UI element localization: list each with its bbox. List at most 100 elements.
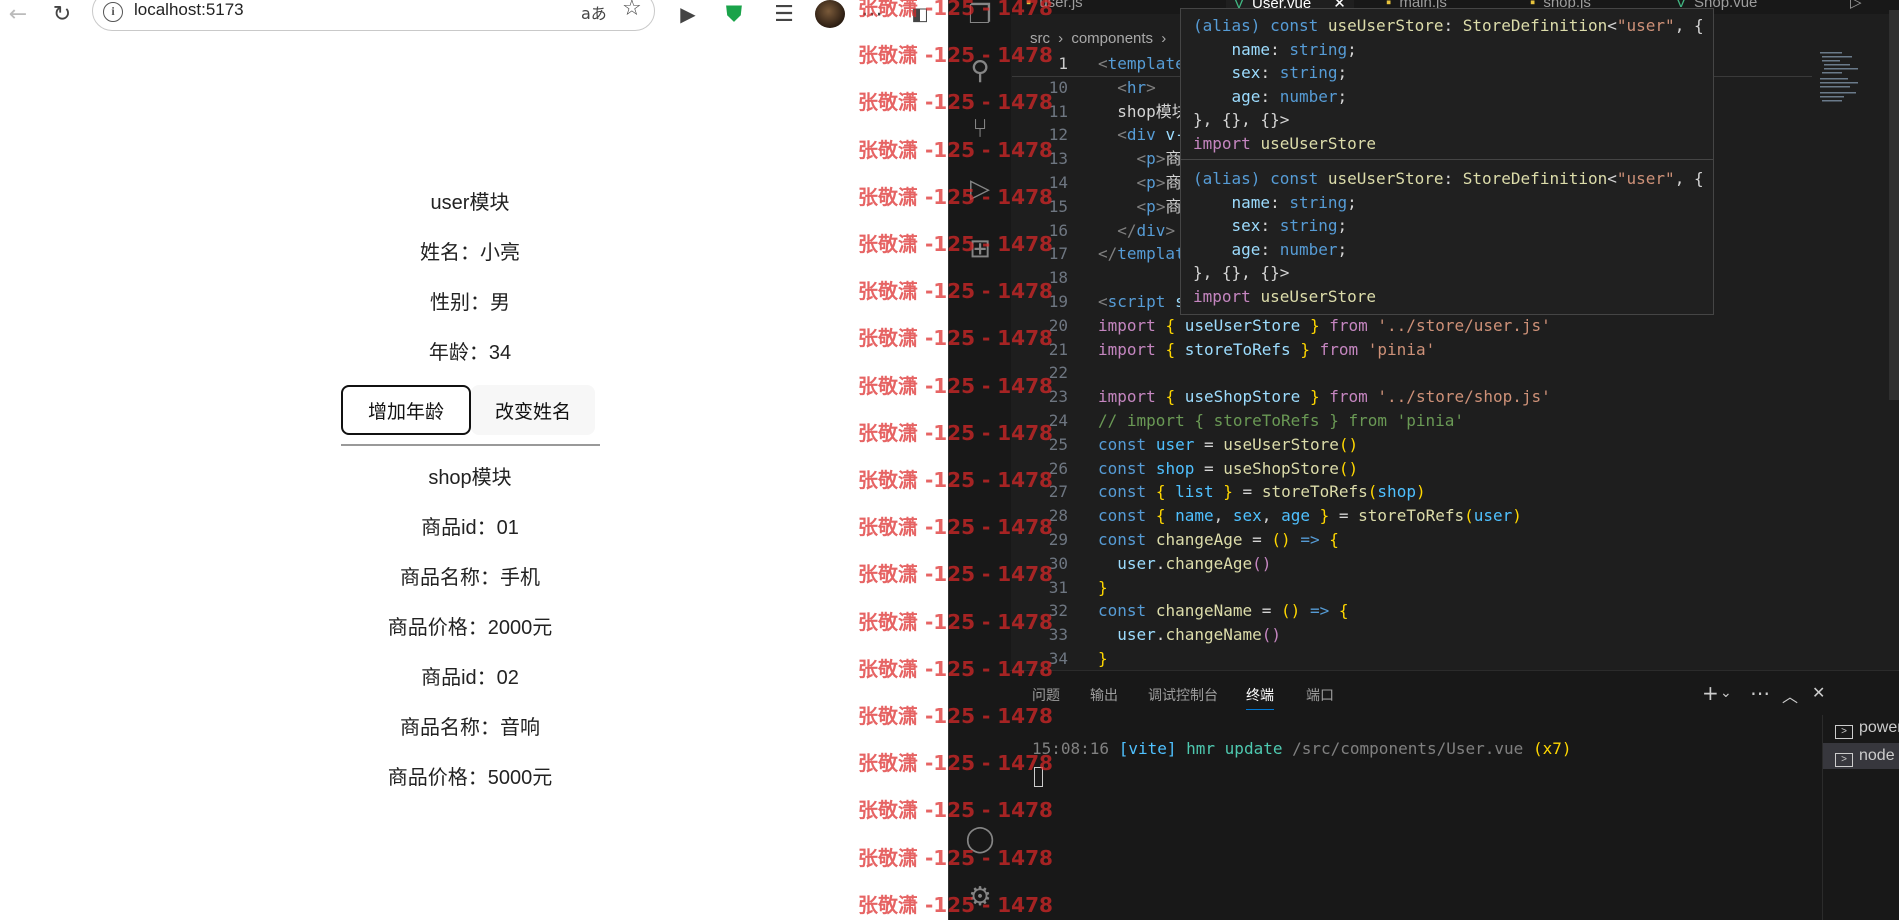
add-age-button[interactable]: 增加年龄 (341, 385, 471, 435)
terminal-output-line: 15:08:16 [vite] hmr update /src/componen… (1032, 739, 1572, 758)
terminal-item-node[interactable]: > node (1823, 743, 1899, 769)
code-line[interactable]: 1 <template (1010, 52, 1184, 76)
code-line[interactable]: 23 import { useShopStore } from '../store… (1010, 385, 1551, 409)
code-line[interactable]: 21 import { storeToRefs } from 'pinia' (1010, 338, 1435, 362)
hover-tooltip: (alias) const useUserStore: StoreDefinit… (1180, 8, 1714, 315)
code-line[interactable]: 10 <hr> (1010, 76, 1156, 100)
line-number: 13 (1048, 149, 1068, 169)
tab-debug-console[interactable]: 调试控制台 (1148, 685, 1218, 705)
manage-gear-icon[interactable]: ⚙ (965, 882, 995, 912)
user-sex-text: 性别：男 (430, 292, 510, 314)
url-text[interactable]: localhost:5173 (134, 0, 244, 20)
address-bar[interactable]: i localhost:5173 aあ ☆ (92, 0, 655, 31)
code-line[interactable]: 11 shop模块 (1010, 100, 1188, 124)
line-number: 26 (1048, 458, 1068, 478)
line-number: 12 (1048, 125, 1068, 145)
code-line[interactable]: 29 const changeAge = () => { (1010, 528, 1339, 552)
extensions-icon[interactable]: ⊞ (965, 234, 995, 264)
code-line[interactable]: 33 user.changeName() (1010, 623, 1281, 647)
new-terminal-icon[interactable]: + (1702, 681, 1719, 705)
terminal-icon: > (1835, 725, 1853, 739)
hover-line: import useUserStore (1193, 286, 1377, 306)
code-line[interactable]: 25 const user = useUserStore() (1010, 433, 1358, 457)
code-line[interactable]: 15 <p>商 (1010, 195, 1182, 219)
breadcrumb-src[interactable]: src (1030, 30, 1050, 47)
read-aloud-icon[interactable]: aあ (581, 0, 607, 24)
line-number: 29 (1048, 530, 1068, 549)
search-icon[interactable]: ⚲ (965, 56, 995, 86)
maximize-panel-icon[interactable]: ︿ (1782, 683, 1798, 707)
hover-separator (1181, 159, 1713, 160)
code-line[interactable]: 31} (1010, 576, 1108, 600)
activity-bar: ❐ ⚲ ⑂ ▷ ⊞ ◯ ⚙ (948, 0, 1011, 920)
code-line[interactable]: 30 user.changeAge() (1010, 552, 1272, 576)
tab-ports[interactable]: 端口 (1306, 685, 1334, 705)
more-actions-icon[interactable]: ⋯ (1750, 681, 1770, 705)
play-icon[interactable]: ▶ (674, 0, 702, 28)
code-line[interactable]: 28 const { name, sex, age } = storeToRefs… (1010, 504, 1522, 528)
code-line[interactable]: 26 const shop = useShopStore() (1010, 457, 1358, 481)
shop-item-price: 商品价格：5000元 (387, 767, 553, 789)
hover-line: sex: string; (1231, 216, 1348, 235)
code-line[interactable]: 12 <div v- (1010, 123, 1185, 147)
code-line[interactable]: 13 <p>商 (1010, 147, 1182, 171)
run-debug-icon[interactable]: ▷ (965, 174, 995, 204)
terminal-cursor (1034, 767, 1043, 787)
code-line[interactable]: 20 import { useUserStore } from '../store… (1010, 314, 1551, 338)
source-control-icon[interactable]: ⑂ (965, 114, 995, 144)
more-icon[interactable]: ⋯ (858, 0, 886, 28)
hover-line: import useUserStore (1193, 133, 1377, 153)
line-number: 30 (1048, 553, 1068, 573)
editor-scrollbar[interactable] (1889, 10, 1899, 400)
code-line[interactable]: 18 (1010, 266, 1098, 290)
line-number: 21 (1048, 339, 1068, 359)
back-icon[interactable]: ← (4, 0, 32, 28)
site-info-icon[interactable]: i (103, 2, 123, 22)
line-number: 25 (1048, 434, 1068, 454)
refresh-icon[interactable]: ↻ (48, 0, 76, 28)
tab-user-js[interactable]: ▪ user.js (1026, 0, 1083, 14)
browser-toolbar: ← ↻ i localhost:5173 aあ ☆ ▶ ⛊ ☰ ⋯ ◧ (0, 0, 948, 36)
account-icon[interactable]: ◯ (965, 824, 995, 854)
line-number: 1 (1058, 54, 1068, 73)
hover-line: (alias) const useUserStore: StoreDefinit… (1193, 169, 1704, 188)
terminal-item-powershell[interactable]: >powershell (1823, 715, 1899, 741)
code-line[interactable]: 34} (1010, 647, 1108, 671)
breadcrumb-components[interactable]: components (1071, 30, 1153, 47)
close-panel-icon[interactable]: ✕ (1812, 683, 1825, 702)
chevron-down-icon[interactable]: ⌄ (1720, 685, 1732, 701)
user-module-title: user模块 (430, 192, 510, 214)
shop-item-id: 商品id：01 (421, 517, 519, 539)
favorite-star-icon[interactable]: ☆ (622, 0, 642, 21)
favorites-icon[interactable]: ☰ (770, 0, 798, 28)
tab-problems[interactable]: 问题 (1032, 685, 1060, 705)
code-line[interactable]: 27 const { list } = storeToRefs(shop) (1010, 480, 1426, 504)
shield-extension-icon[interactable]: ⛊ (720, 0, 748, 28)
hover-line: sex: string; (1231, 63, 1348, 82)
line-number: 14 (1048, 173, 1068, 192)
tab-output[interactable]: 输出 (1090, 685, 1118, 705)
code-line[interactable]: 14 <p>商 (1010, 171, 1182, 195)
tab-terminal[interactable]: 终端 (1246, 685, 1274, 710)
code-line[interactable]: 24// import { storeToRefs } from 'pinia' (1010, 409, 1464, 433)
line-number: 19 (1048, 292, 1068, 311)
minimap[interactable] (1816, 50, 1876, 130)
code-line[interactable]: 19<script s (1010, 290, 1185, 314)
avatar[interactable] (815, 0, 845, 28)
sidebar-toggle-icon[interactable]: ◧ (906, 0, 934, 28)
code-line[interactable]: 22 (1010, 361, 1098, 385)
hover-line: (alias) const useUserStore: StoreDefinit… (1193, 16, 1704, 35)
hover-line: name: string; (1231, 39, 1357, 59)
shop-item-id: 商品id：02 (421, 667, 519, 689)
line-number: 24 (1048, 411, 1068, 430)
change-name-button[interactable]: 改变姓名 (471, 385, 596, 435)
code-line[interactable]: 32 const changeName = () => { (1010, 599, 1349, 623)
line-number: 28 (1048, 506, 1068, 526)
page-content: user模块 姓名：小亮 性别：男 年龄：34 增加年龄 改变姓名 shop模块… (0, 36, 948, 920)
explorer-icon[interactable]: ❐ (965, 0, 995, 30)
run-icon[interactable]: ▷ (1850, 0, 1862, 14)
code-line[interactable]: 16 </div> (1010, 219, 1175, 243)
hover-line: age: number; (1231, 239, 1348, 259)
user-name-text: 姓名：小亮 (420, 242, 520, 264)
code-line[interactable]: 17 </templat (1010, 242, 1185, 266)
